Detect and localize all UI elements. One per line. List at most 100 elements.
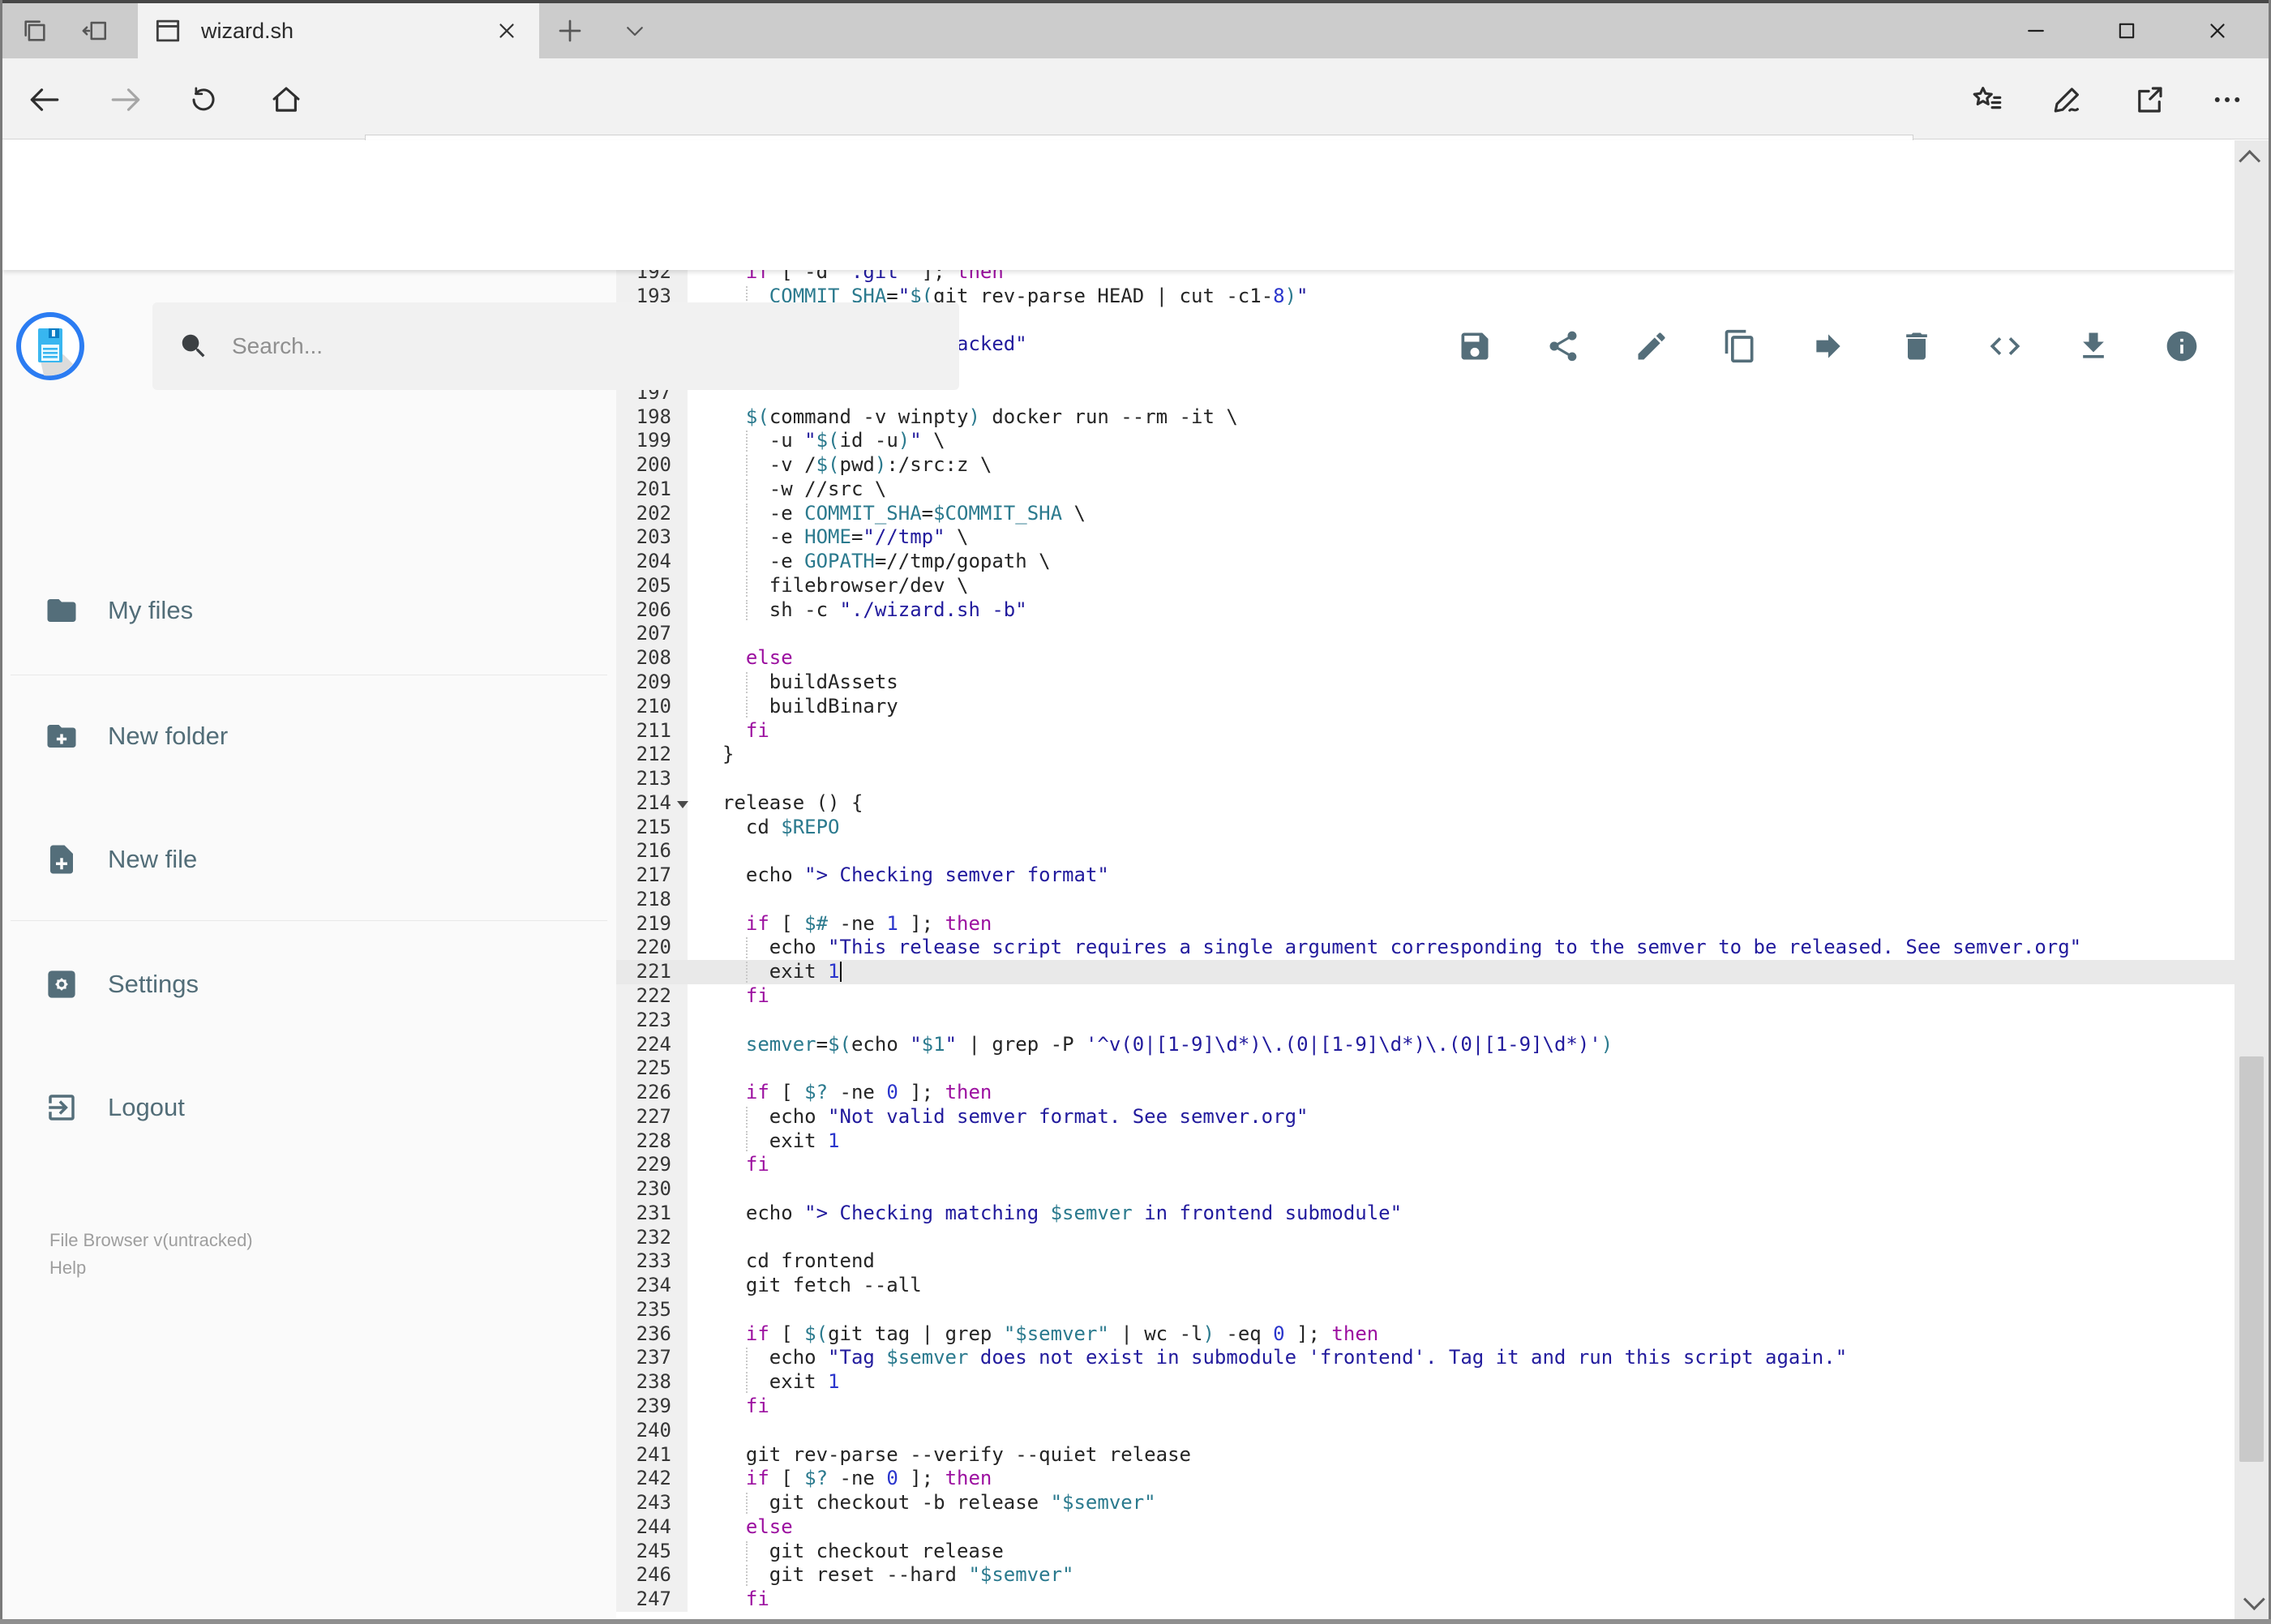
indent-guide xyxy=(746,599,748,621)
code-line-241[interactable]: 241 git rev-parse --verify --quiet relea… xyxy=(616,1442,2235,1468)
code-line-233[interactable]: 233 cd frontend xyxy=(616,1249,2235,1275)
sidebar-item-my-files[interactable]: My files xyxy=(2,581,616,640)
hub-button[interactable] xyxy=(1969,81,2006,118)
code-editor[interactable]: 192 if [ -d ".git" ]; then 193 COMMIT_SHA… xyxy=(616,270,2235,1619)
code-line-201[interactable]: 201 -w //src \ xyxy=(616,477,2235,502)
code-line-215[interactable]: 215 cd $REPO xyxy=(616,815,2235,840)
code-line-240[interactable]: 240 xyxy=(616,1418,2235,1443)
code-line-213[interactable]: 213 xyxy=(616,767,2235,791)
line-number: 244 xyxy=(616,1515,688,1540)
code-line-235[interactable]: 235 xyxy=(616,1297,2235,1322)
code-line-211[interactable]: 211 fi xyxy=(616,718,2235,743)
code-line-210[interactable]: 210 buildBinary xyxy=(616,694,2235,719)
code-line-218[interactable]: 218 xyxy=(616,887,2235,912)
code-line-231[interactable]: 231 echo "> Checking matching $semver in… xyxy=(616,1201,2235,1226)
code-line-222[interactable]: 222 fi xyxy=(616,983,2235,1009)
code-text: cd $REPO xyxy=(722,815,840,838)
share-button[interactable] xyxy=(1545,328,1581,364)
sidebar-item-new-file[interactable]: New file xyxy=(2,830,616,889)
code-text: echo "> Checking semver format" xyxy=(722,863,1109,887)
code-line-239[interactable]: 239 fi xyxy=(616,1394,2235,1419)
code-line-245[interactable]: 245 git checkout release xyxy=(616,1539,2235,1564)
code-line-226[interactable]: 226 if [ $? -ne 0 ]; then xyxy=(616,1081,2235,1105)
code-line-242[interactable]: 242 if [ $? -ne 0 ]; then xyxy=(616,1467,2235,1492)
code-line-217[interactable]: 217 echo "> Checking semver format" xyxy=(616,863,2235,888)
browser-navbar: filebrowser.web/files/wizard.sh xyxy=(0,58,2271,181)
close-window-button[interactable] xyxy=(2172,3,2263,58)
code-line-205[interactable]: 205 filebrowser/dev \ xyxy=(616,573,2235,598)
tabs-preview-icon xyxy=(21,17,49,45)
search-bar[interactable] xyxy=(152,302,959,390)
code-line-228[interactable]: 228 exit 1 xyxy=(616,1129,2235,1154)
code-line-212[interactable]: 212} xyxy=(616,743,2235,768)
code-line-224[interactable]: 224 semver=$(echo "$1" | grep -P '^v(0|[… xyxy=(616,1032,2235,1057)
code-line-206[interactable]: 206 sh -c "./wizard.sh -b" xyxy=(616,598,2235,623)
sidebar-item-settings[interactable]: Settings xyxy=(2,955,616,1013)
forward-button[interactable] xyxy=(107,81,144,118)
code-line-204[interactable]: 204 -e GOPATH=//tmp/gopath \ xyxy=(616,550,2235,574)
code-line-227[interactable]: 227 echo "Not valid semver format. See s… xyxy=(616,1104,2235,1129)
scrollbar-thumb[interactable] xyxy=(2239,1056,2264,1462)
sidebar-item-logout[interactable]: Logout xyxy=(2,1078,616,1137)
code-line-207[interactable]: 207 xyxy=(616,622,2235,647)
code-text: git rev-parse --verify --quiet release xyxy=(722,1442,1191,1466)
code-line-200[interactable]: 200 -v /$(pwd):/src:z \ xyxy=(616,453,2235,478)
copy-button[interactable] xyxy=(1722,328,1758,364)
share-page-button[interactable] xyxy=(2131,81,2168,118)
code-line-221[interactable]: 221 exit 1 xyxy=(616,960,2235,984)
code-line-198[interactable]: 198 $(command -v winpty) docker run --rm… xyxy=(616,405,2235,430)
download-button[interactable] xyxy=(2076,328,2111,364)
search-input[interactable] xyxy=(230,332,959,360)
code-line-244[interactable]: 244 else xyxy=(616,1515,2235,1540)
scroll-up-button[interactable] xyxy=(2235,140,2269,176)
new-tab-button[interactable] xyxy=(542,3,598,58)
code-line-225[interactable]: 225 xyxy=(616,1056,2235,1082)
tab-list-button[interactable] xyxy=(606,3,663,58)
code-line-246[interactable]: 246 git reset --hard "$semver" xyxy=(616,1563,2235,1588)
code-line-220[interactable]: 220 echo "This release script requires a… xyxy=(616,936,2235,961)
browser-menu-button[interactable] xyxy=(2209,81,2246,118)
code-line-247[interactable]: 247 fi xyxy=(616,1588,2235,1612)
code-line-236[interactable]: 236 if [ $(git tag | grep "$semver" | wc… xyxy=(616,1322,2235,1347)
help-link[interactable]: Help xyxy=(49,1254,253,1282)
move-button[interactable] xyxy=(1810,328,1846,364)
delete-button[interactable] xyxy=(1899,328,1935,364)
code-line-216[interactable]: 216 xyxy=(616,839,2235,864)
code-line-229[interactable]: 229 fi xyxy=(616,1153,2235,1178)
tab-preview-button[interactable] xyxy=(6,3,63,58)
home-button[interactable] xyxy=(268,81,305,118)
code-line-208[interactable]: 208 else xyxy=(616,646,2235,671)
code-button[interactable] xyxy=(1987,328,2023,364)
code-line-214[interactable]: 214 release () { xyxy=(616,791,2235,816)
code-line-232[interactable]: 232 xyxy=(616,1225,2235,1250)
code-line-230[interactable]: 230 xyxy=(616,1177,2235,1202)
code-line-209[interactable]: 209 buildAssets xyxy=(616,671,2235,695)
code-line-237[interactable]: 237 echo "Tag $semver does not exist in … xyxy=(616,1346,2235,1371)
code-line-192[interactable]: 192 if [ -d ".git" ]; then xyxy=(616,270,2235,285)
info-button[interactable] xyxy=(2164,328,2200,364)
browser-tab[interactable]: wizard.sh xyxy=(138,3,539,58)
sidebar-item-new-folder[interactable]: New folder xyxy=(2,707,616,765)
save-button[interactable] xyxy=(1457,328,1493,364)
page-scrollbar[interactable] xyxy=(2235,140,2269,1619)
maximize-button[interactable] xyxy=(2081,3,2172,58)
line-number: 227 xyxy=(616,1104,688,1129)
refresh-button[interactable] xyxy=(185,81,222,118)
code-line-234[interactable]: 234 git fetch --all xyxy=(616,1274,2235,1298)
code-line-243[interactable]: 243 git checkout -b release "$semver" xyxy=(616,1491,2235,1515)
code-line-199[interactable]: 199 -u "$(id -u)" \ xyxy=(616,429,2235,454)
app-logo[interactable] xyxy=(16,312,84,380)
code-line-223[interactable]: 223 xyxy=(616,1008,2235,1033)
scroll-down-button[interactable] xyxy=(2235,1583,2269,1619)
back-button[interactable] xyxy=(26,81,63,118)
edit-button[interactable] xyxy=(1634,328,1669,364)
fold-arrow-icon[interactable] xyxy=(677,800,688,808)
code-line-203[interactable]: 203 -e HOME="//tmp" \ xyxy=(616,525,2235,551)
set-tabs-aside-button[interactable] xyxy=(66,3,123,58)
code-line-238[interactable]: 238 exit 1 xyxy=(616,1370,2235,1395)
minimize-button[interactable] xyxy=(1990,3,2081,58)
tab-close-button[interactable] xyxy=(489,13,525,49)
code-line-202[interactable]: 202 -e COMMIT_SHA=$COMMIT_SHA \ xyxy=(616,501,2235,526)
code-line-219[interactable]: 219 if [ $# -ne 1 ]; then xyxy=(616,911,2235,936)
web-note-button[interactable] xyxy=(2050,81,2087,118)
